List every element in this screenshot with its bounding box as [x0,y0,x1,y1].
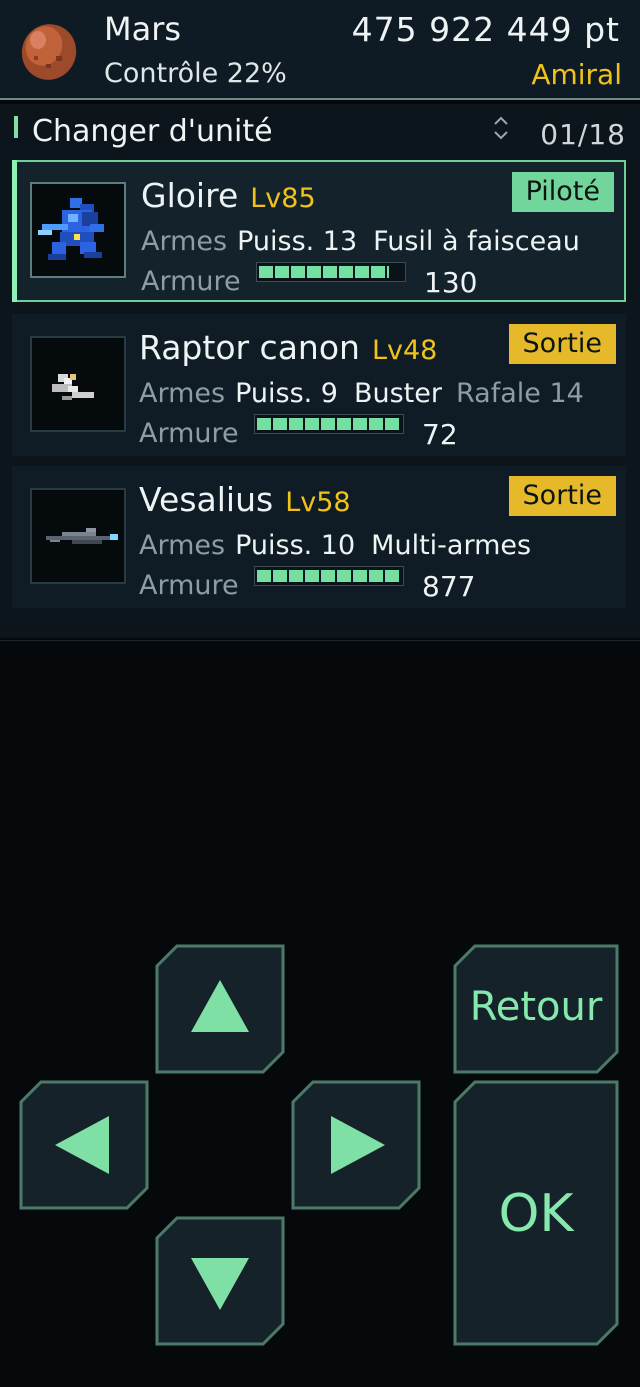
armor-label: Armure [139,570,239,601]
armor-value: 72 [422,418,458,451]
ok-button[interactable]: OK [453,1080,619,1346]
status-badge: Piloté [511,172,614,212]
arrow-right-icon [291,1080,421,1210]
mecha-sprite-icon [52,374,94,400]
status-badge: Sortie [508,476,616,516]
armor-value: 130 [424,266,478,299]
points-total: 475 922 449 pt [351,10,620,49]
arms-row: Armes Puiss. 9 Buster Rafale 14 [139,378,584,409]
back-button[interactable]: Retour [453,944,619,1074]
dpad-right-button[interactable] [291,1080,421,1210]
unit-level: Lv58 [285,487,351,518]
unit-name-text: Raptor canon [139,328,360,367]
armor-bar-fill [259,266,389,278]
armor-bar [256,262,406,282]
power-value: Puiss. 9 [235,378,338,409]
armor-bar [254,414,404,434]
unit-thumbnail [30,488,126,584]
power-value: Puiss. 13 [237,226,358,257]
armor-row: Armure [139,570,239,601]
unit-card-vesalius[interactable]: Vesalius Lv58 Sortie Armes Puiss. 10 Multi-… [12,466,626,608]
arms-row: Armes Puiss. 10 Multi-armes [139,530,531,561]
panel-divider [0,640,640,641]
arrow-left-icon [19,1080,149,1210]
weapon-name: Fusil à faisceau [373,226,580,257]
power-value: Puiss. 10 [235,530,356,561]
armor-bar [254,566,404,586]
armor-row: Armure [139,418,239,449]
arms-label: Armes [139,530,226,561]
dpad-left-button[interactable] [19,1080,149,1210]
weapon-name: Buster [353,378,442,409]
unit-name: Gloire Lv85 [141,176,316,215]
status-badge: Sortie [508,324,616,364]
weapon-name: Multi-armes [371,530,532,561]
armor-label: Armure [141,266,241,297]
unit-level: Lv85 [250,183,316,214]
ship-sprite-icon [46,528,118,544]
unit-card-raptor-canon[interactable]: Raptor canon Lv48 Sortie Armes Puiss. 9 Bus… [12,314,626,456]
unit-name-text: Vesalius [139,480,274,519]
section-title: Changer d'unité [32,114,273,149]
armor-bar-fill [257,418,401,430]
mecha-sprite-icon [38,198,104,260]
unit-level: Lv48 [371,335,438,366]
unit-name-text: Gloire [141,176,239,215]
header-divider [0,98,640,100]
top-status-bar: Mars Contrôle 22% 475 922 449 pt Amiral [0,0,640,100]
ok-button-label: OK [498,1184,574,1244]
dpad-up-button[interactable] [155,944,285,1074]
arms-label: Armes [141,226,228,257]
mars-planet-icon [21,24,77,80]
armor-label: Armure [139,418,239,449]
page-counter: 01/18 [540,118,626,151]
planet-name: Mars [104,10,182,48]
arms-label: Armes [139,378,226,409]
armor-value: 877 [422,570,476,603]
player-rank: Amiral [531,58,622,91]
unit-thumbnail [30,182,126,278]
dpad-down-button[interactable] [155,1216,285,1346]
arrow-up-icon [155,944,285,1074]
unit-name: Vesalius Lv58 [139,480,351,519]
armor-bar-fill [257,570,401,582]
armor-row: Armure [141,266,241,297]
arms-row: Armes Puiss. 13 Fusil à faisceau [141,226,580,257]
back-button-label: Retour [469,984,603,1030]
up-down-chevron-icon[interactable] [492,114,510,142]
unit-card-gloire[interactable]: Gloire Lv85 Piloté Armes Puiss. 13 Fusil à … [12,160,626,302]
arrow-down-icon [155,1216,285,1346]
section-title-marker [14,116,18,138]
control-percentage: Contrôle 22% [104,58,287,89]
unit-thumbnail [30,336,126,432]
unit-name: Raptor canon Lv48 [139,328,437,367]
weapon-secondary: Rafale 14 [456,378,584,409]
